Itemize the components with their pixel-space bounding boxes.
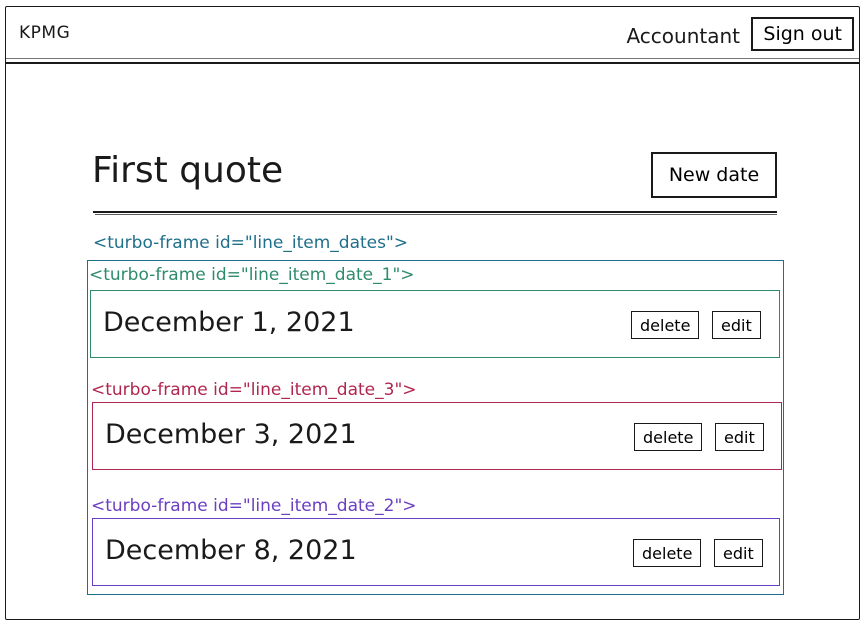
delete-button[interactable]: delete xyxy=(633,539,702,567)
turbo-frame-label-line-item-date-2: <turbo-frame id="line_item_date_2"> xyxy=(91,496,417,516)
edit-button[interactable]: edit xyxy=(714,539,763,567)
line-item-date-3: December 3, 2021 delete edit xyxy=(92,402,782,470)
brand-logo[interactable]: KPMG xyxy=(19,23,70,43)
new-date-button[interactable]: New date xyxy=(651,152,777,198)
edit-button[interactable]: edit xyxy=(715,423,764,451)
page-title: First quote xyxy=(92,150,284,191)
delete-button[interactable]: delete xyxy=(631,311,700,339)
turbo-frame-label-line-item-dates: <turbo-frame id="line_item_dates"> xyxy=(93,233,409,253)
turbo-frame-label-line-item-date-3: <turbo-frame id="line_item_date_3"> xyxy=(91,380,417,400)
edit-button[interactable]: edit xyxy=(712,311,761,339)
delete-button[interactable]: delete xyxy=(634,423,703,451)
line-item-date-text: December 8, 2021 xyxy=(105,535,357,566)
line-item-date-1: December 1, 2021 delete edit xyxy=(90,290,780,358)
turbo-frame-label-line-item-date-1: <turbo-frame id="line_item_date_1"> xyxy=(89,265,415,285)
top-navbar: KPMG Accountant Sign out xyxy=(5,6,860,64)
line-item-date-text: December 1, 2021 xyxy=(103,307,355,338)
line-item-date-text: December 3, 2021 xyxy=(105,419,357,450)
user-role: Accountant xyxy=(626,24,740,48)
title-divider xyxy=(93,211,777,215)
sign-out-button[interactable]: Sign out xyxy=(751,17,854,51)
line-item-date-2: December 8, 2021 delete edit xyxy=(92,518,780,586)
